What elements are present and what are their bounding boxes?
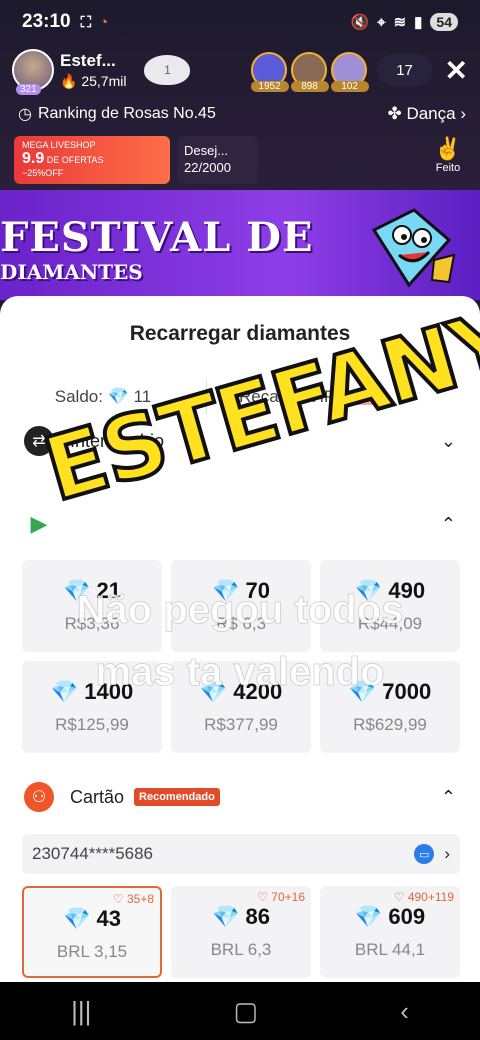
app-notification-icon: ◔: [99, 13, 109, 31]
back-icon[interactable]: ‹: [400, 996, 409, 1027]
home-icon[interactable]: ▢: [234, 996, 259, 1027]
promo-line3: ~25%OFF: [22, 168, 64, 178]
chevron-up-icon: ⌃: [440, 513, 456, 534]
promo-banner[interactable]: MEGA LIVESHOP 9.9 DE OFERTAS ~25%OFF: [14, 136, 170, 184]
chevron-right-icon: ›: [444, 844, 450, 863]
package-bonus: 70+16: [271, 890, 305, 904]
mute-icon: 🔇: [350, 14, 370, 31]
package-amount: 609: [388, 904, 426, 929]
battery-indicator: 54: [430, 13, 458, 31]
done-widget[interactable]: ✌ Feito: [426, 136, 470, 184]
wish-label: Desej...: [184, 143, 229, 158]
viewer-score: 1952: [250, 81, 289, 92]
diamond-icon: 💎: [211, 904, 240, 929]
package-price: BRL 44,1: [354, 940, 426, 959]
package-price: R$377,99: [204, 715, 278, 734]
clock: 23:10: [22, 11, 71, 32]
package-price: R$629,99: [353, 715, 427, 734]
package-bonus: 490+119: [407, 890, 454, 904]
bunny-icon: ✌: [434, 136, 462, 161]
screenshot-icon: ⛶: [80, 13, 92, 31]
package-option[interactable]: ♡ 70+16 💎 86 BRL 6,3: [171, 886, 311, 978]
card-number: 230744****5686: [32, 844, 154, 863]
flame-icon: 🔥: [60, 72, 78, 89]
like-count: 1: [164, 63, 171, 77]
google-play-icon: ▶: [24, 509, 54, 539]
host-avatar[interactable]: 321: [12, 49, 54, 95]
viewer-count[interactable]: 17: [376, 54, 433, 86]
card-package-grid: ♡ 35+8 💎 43 BRL 3,15 ♡ 70+16 💎 86 BRL 6,3 ♡ …: [22, 886, 460, 978]
card-brand-icon: ▭: [414, 844, 435, 864]
wish-widget[interactable]: Desej... 22/2000: [178, 136, 258, 184]
viewer-avatar-2[interactable]: 898: [290, 52, 329, 92]
grid-icon: ✤: [387, 104, 402, 123]
close-icon[interactable]: ✕: [445, 54, 468, 87]
card-icon: ⚇: [24, 782, 54, 812]
chevron-right-icon: ›: [460, 104, 466, 123]
viewer-score: 102: [330, 81, 369, 92]
ranking-label: Ranking de Rosas No.45: [37, 105, 216, 122]
package-option[interactable]: ♡ 490+119 💎 609 BRL 44,1: [320, 886, 460, 978]
diamond-icon: 💎: [354, 904, 383, 929]
package-bonus: 35+8: [126, 892, 154, 906]
bonus-icon: ♡: [112, 892, 124, 906]
like-badge[interactable]: 1: [144, 55, 191, 85]
saldo-label: Saldo:: [54, 387, 103, 406]
diamond-icon: 💎: [62, 906, 91, 931]
diamond-mascot-icon: [371, 208, 456, 288]
saved-card-selector[interactable]: 230744****5686 ▭ ›: [22, 834, 460, 874]
ranking-row[interactable]: ◷ Ranking de Rosas No.45 ✤ Dança ›: [18, 100, 466, 128]
chevron-up-icon: ⌃: [440, 786, 456, 807]
clock-icon: ◷: [18, 106, 32, 123]
recommended-badge: Recomendado: [134, 788, 220, 806]
package-price: BRL 6,3: [210, 940, 272, 959]
package-amount: 43: [96, 906, 121, 931]
promo-big: 9.9: [22, 150, 45, 167]
host-level-badge: 321: [16, 84, 41, 95]
android-nav-bar: ||| ▢ ‹: [0, 982, 480, 1040]
promo-line2: DE OFERTAS: [46, 155, 104, 165]
host-followers: 25,7mil: [81, 72, 127, 89]
festival-banner[interactable]: FESTIVAL DE DIAMANTES: [0, 190, 480, 300]
package-price: R$125,99: [55, 715, 129, 734]
wish-progress: 22/2000: [184, 160, 231, 175]
package-option-selected[interactable]: ♡ 35+8 💎 43 BRL 3,15: [22, 886, 162, 978]
overlay-caption-line2: mas ta valendo: [95, 650, 385, 695]
overlay-caption-line1: Não pegou todos: [76, 588, 404, 633]
package-price: BRL 3,15: [56, 942, 128, 961]
wifi-icon: ≋: [393, 14, 407, 31]
category-label: Dança: [406, 104, 456, 123]
app-screen: 23:10 ⛶ ◔ 🔇 ⌖ ≋ ▮ 54 321 Estef... 🔥 25,7…: [0, 0, 480, 1040]
card-row[interactable]: ⚇ Cartão Recomendado ⌃: [24, 782, 456, 812]
package-amount: 86: [245, 904, 270, 929]
card-label: Cartão: [70, 786, 125, 807]
viewer-avatar-1[interactable]: 1952: [250, 52, 289, 92]
promo-line1: MEGA LIVESHOP: [22, 140, 96, 150]
chevron-down-icon: ⌄: [440, 430, 456, 451]
recents-icon[interactable]: |||: [71, 996, 91, 1027]
signal-icon: ▮: [414, 14, 423, 31]
bonus-icon: ♡: [393, 890, 405, 904]
top-viewers: 1952 898 102: [250, 52, 369, 92]
banner-subtitle: DIAMANTES: [0, 260, 143, 284]
viewer-score: 898: [290, 81, 329, 92]
status-bar: 23:10 ⛶ ◔ 🔇 ⌖ ≋ ▮ 54: [0, 0, 480, 44]
banner-title: FESTIVAL DE: [0, 214, 314, 261]
location-icon: ⌖: [377, 13, 386, 31]
bonus-icon: ♡: [257, 890, 268, 904]
done-label: Feito: [435, 162, 461, 174]
viewer-avatar-3[interactable]: 102: [330, 52, 369, 92]
host-name[interactable]: Estef...: [60, 51, 126, 71]
host-row: 321 Estef... 🔥 25,7mil 1 1952 898 102 17…: [12, 46, 468, 95]
